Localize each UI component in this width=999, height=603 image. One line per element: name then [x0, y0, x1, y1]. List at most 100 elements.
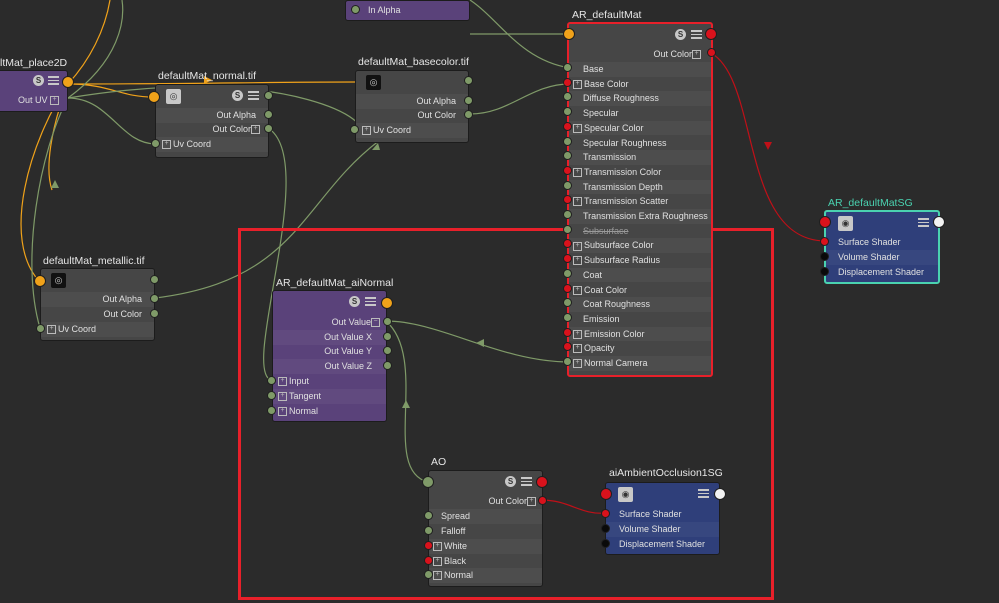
normal-tif-node[interactable]: ◎ S Out Alpha Out Color + + Uv Coord — [155, 84, 269, 158]
attr-label: Subsurface Color — [584, 240, 654, 251]
attr-row-specular: Specular — [569, 106, 711, 121]
attr-label: Transmission Scatter — [584, 196, 669, 207]
default-mat-sg-node[interactable]: ◉ Surface Shader Volume Shader Displacem… — [824, 210, 940, 284]
out-value-z-plug[interactable] — [383, 361, 392, 370]
place2d-node[interactable]: S Out UV + — [0, 70, 68, 112]
menu-icon[interactable] — [918, 218, 929, 227]
out-color-plug[interactable] — [707, 48, 716, 57]
input-plug[interactable] — [267, 376, 276, 385]
s-icon: S — [349, 296, 360, 307]
attr-label: Transmission Color — [584, 166, 662, 177]
in-alpha-node[interactable]: In Alpha — [345, 0, 470, 21]
uv-coord-plug[interactable] — [350, 125, 359, 134]
out-color-plug[interactable] — [150, 309, 159, 318]
displacement-shader-plug[interactable] — [601, 539, 610, 548]
out-alpha-row: Out Alpha — [356, 94, 468, 109]
attr-plug-emission[interactable] — [563, 312, 572, 322]
out-value-y-plug[interactable] — [383, 346, 392, 355]
attr-plug-base[interactable] — [563, 63, 572, 72]
normal-row: + Normal — [273, 404, 386, 419]
out-alpha-plug[interactable] — [464, 96, 473, 105]
surface-shader-plug[interactable] — [601, 509, 610, 518]
attr-label: Specular Roughness — [583, 137, 667, 148]
s-icon: S — [675, 29, 686, 40]
attr-label: Transmission Depth — [583, 181, 663, 192]
out-color-plug[interactable] — [264, 124, 273, 133]
attr-plug-base-color[interactable] — [563, 77, 572, 87]
ao-output-plug[interactable] — [536, 476, 548, 488]
normal-row: + Normal — [429, 568, 542, 583]
menu-icon[interactable] — [521, 477, 532, 486]
normal-plug[interactable] — [424, 570, 433, 579]
out-value-x-plug[interactable] — [383, 332, 392, 341]
out-value-x-row: Out Value X — [273, 330, 386, 345]
attr-plug-coat-color[interactable] — [563, 283, 572, 293]
attr-plug-normal-camera[interactable] — [563, 357, 572, 366]
attr-plug-subsurface[interactable] — [563, 224, 572, 234]
shading-group-icon: ◉ — [618, 487, 633, 502]
sg-input-plug[interactable] — [819, 216, 831, 228]
in-alpha-plug[interactable] — [351, 5, 360, 14]
attr-label: Diffuse Roughness — [583, 93, 659, 104]
menu-icon[interactable] — [691, 30, 702, 39]
menu-icon[interactable] — [48, 76, 59, 85]
black-plug[interactable] — [424, 556, 433, 565]
ao-sg-title: aiAmbientOcclusion1SG — [609, 467, 723, 479]
attr-plug-emission-color[interactable] — [563, 327, 572, 337]
spread-plug[interactable] — [424, 511, 433, 520]
out-value-plug[interactable] — [383, 317, 392, 326]
menu-icon[interactable] — [248, 91, 259, 100]
uv-coord-plug[interactable] — [36, 324, 45, 333]
volume-shader-plug[interactable] — [820, 252, 829, 261]
volume-shader-row: Volume Shader — [826, 250, 938, 265]
ao-node[interactable]: S Out Color + Spread Falloff + White + Blac… — [428, 470, 543, 587]
normal-plug[interactable] — [267, 406, 276, 415]
menu-icon[interactable] — [698, 489, 709, 498]
place2d-output-plug[interactable] — [62, 76, 74, 88]
default-mat-input-plug[interactable] — [563, 28, 575, 40]
normal-tif-output-plug[interactable] — [264, 91, 273, 100]
ao-sg-input-plug[interactable] — [600, 488, 612, 500]
white-plug[interactable] — [424, 541, 433, 550]
volume-shader-plug[interactable] — [601, 524, 610, 533]
attr-label: Transmission — [583, 152, 637, 163]
out-alpha-plug[interactable] — [150, 294, 159, 303]
attr-plug-specular-color[interactable] — [563, 121, 572, 131]
attr-plug-transmission-depth[interactable] — [563, 180, 572, 190]
attr-row-emission-color: + Emission Color — [569, 326, 711, 342]
attr-label: Coat — [583, 269, 603, 280]
menu-icon[interactable] — [365, 297, 376, 306]
surface-shader-row: Surface Shader — [619, 509, 682, 519]
attr-plug-coat[interactable] — [563, 268, 572, 278]
out-alpha-plug[interactable] — [264, 110, 273, 119]
metallic-tif-node[interactable]: ◎ Out Alpha Out Color + Uv Coord — [40, 268, 155, 341]
ao-input-plug[interactable] — [422, 476, 434, 488]
attr-row-base-color: + Base Color — [569, 77, 711, 92]
ai-normal-output-plug[interactable] — [381, 297, 393, 309]
normal-tif-input-plug[interactable] — [148, 91, 160, 103]
out-color-row: Out Color — [103, 309, 142, 319]
uv-coord-row: + Uv Coord — [41, 322, 154, 337]
default-mat-output-plug[interactable] — [705, 28, 717, 40]
uv-coord-plug[interactable] — [151, 139, 160, 148]
default-mat-node[interactable]: S Out Color + Base + Base Color Diffuse Roug… — [567, 22, 713, 377]
out-color-plug[interactable] — [464, 110, 473, 119]
displacement-shader-plug[interactable] — [820, 267, 829, 276]
basecolor-tif-node[interactable]: ◎ Out Alpha Out Color + Uv Coord — [355, 70, 469, 143]
attr-plug-transmission-color[interactable] — [563, 165, 572, 175]
surface-shader-plug[interactable] — [820, 237, 829, 246]
s-icon: S — [232, 90, 243, 101]
falloff-plug[interactable] — [424, 526, 433, 535]
volume-shader-row: Volume Shader — [606, 522, 719, 537]
ao-sg-output-plug[interactable] — [714, 488, 726, 500]
basecolor-tif-output-plug[interactable] — [464, 76, 473, 85]
attr-plug-transmission-extra-roughness[interactable] — [563, 210, 572, 219]
sg-output-plug[interactable] — [933, 216, 945, 228]
tangent-plug[interactable] — [267, 391, 276, 400]
metallic-tif-input-plug[interactable] — [34, 275, 46, 287]
ao-sg-node[interactable]: ◉ Surface Shader Volume Shader Displacem… — [605, 482, 720, 555]
metallic-tif-output-plug[interactable] — [150, 275, 159, 284]
out-color-plug[interactable] — [538, 496, 547, 505]
ai-normal-node[interactable]: S Out Value − Out Value X Out Value Y Out… — [272, 290, 387, 422]
attr-plug-specular-roughness[interactable] — [563, 136, 572, 146]
